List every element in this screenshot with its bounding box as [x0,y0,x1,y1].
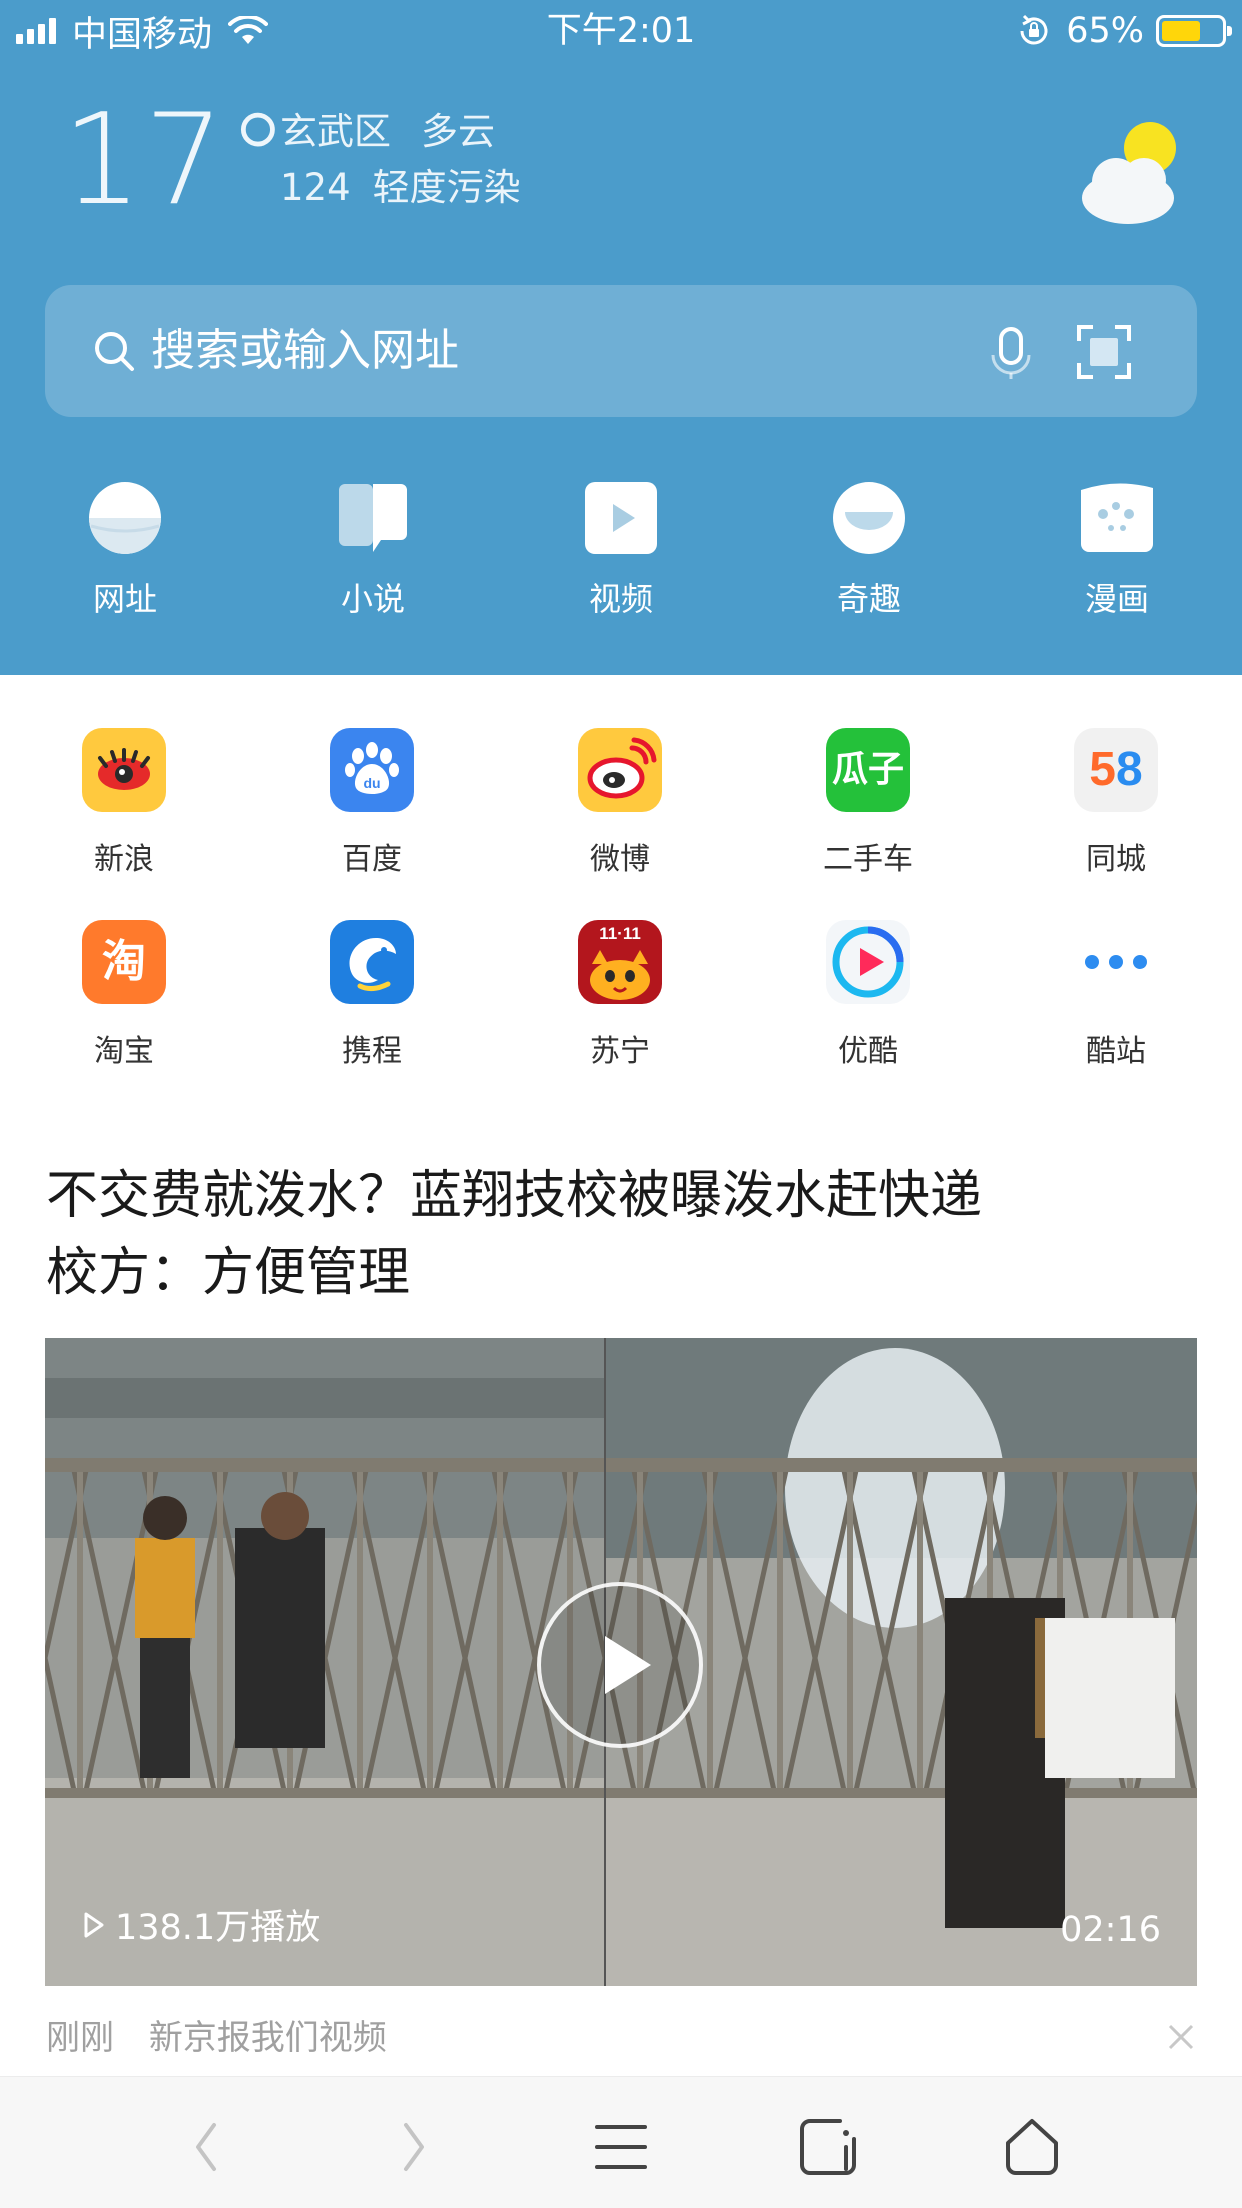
app-guazi[interactable]: 瓜子 二手车 [768,728,968,878]
news-meta: 刚刚 新京报我们视频 [46,2010,411,2059]
quicknav-item-fun[interactable]: 奇趣 [789,480,949,620]
play-button[interactable] [537,1582,703,1748]
quicknav-label: 视频 [588,580,653,618]
news-headline-line2: 校方：方便管理 [46,1243,411,1303]
app-label: 优酷 [838,1034,898,1069]
forward-icon[interactable] [382,2117,446,2177]
app-label: 苏宁 [590,1034,650,1069]
app-shortcuts-grid: 新浪 du 百度 微博 瓜子 二手车 58 同城 淘 淘宝 携程 11·11 苏… [0,720,1242,1080]
news-time: 刚刚 [46,2018,114,2058]
view-count-text: 138.1万播放 [115,1908,321,1948]
58-icon: 58 [1074,728,1158,812]
taobao-logo-text: 淘 [102,936,146,987]
app-label: 微博 [590,842,650,877]
guazi-logo-text: 瓜子 [831,749,904,790]
microphone-icon[interactable] [985,325,1037,381]
air-quality: 轻度污染 [372,166,521,209]
ctrip-icon [330,920,414,1004]
comic-icon [1081,483,1153,552]
rotation-lock-icon [1020,14,1048,45]
app-label: 新浪 [94,842,154,877]
app-label: 酷站 [1086,1034,1146,1069]
app-label: 携程 [342,1034,402,1069]
app-58[interactable]: 58 同城 [1016,728,1216,878]
search-icon [95,332,134,371]
taobao-icon: 淘 [82,920,166,1004]
news-headline[interactable]: 不交费就泼水？蓝翔技校被曝泼水赶快递 校方：方便管理 [46,1158,1196,1312]
back-icon[interactable] [174,2117,238,2177]
app-label: 淘宝 [94,1034,154,1069]
status-right: 65% [1016,10,1232,52]
bottom-toolbar [0,2076,1242,2208]
guazi-icon: 瓜子 [826,728,910,812]
book-icon [339,484,407,552]
home-icon[interactable] [1000,2117,1064,2177]
app-label: 百度 [342,842,402,877]
close-icon[interactable] [1166,2022,1196,2052]
58-logo-text: 58 [1074,728,1158,812]
play-count-icon [84,1912,104,1937]
quicknav-label: 奇趣 [836,580,901,618]
news-headline-line1: 不交费就泼水？蓝翔技校被曝泼水赶快递 [46,1166,983,1226]
app-baidu[interactable]: du 百度 [272,728,472,878]
youku-icon [826,920,910,1004]
video-play-icon [585,482,657,554]
weibo-icon [578,728,662,812]
baidu-icon: du [330,728,414,812]
app-ctrip[interactable]: 携程 [272,920,472,1070]
search-input[interactable]: 搜索或输入网址 [151,285,459,417]
news-video-thumbnail[interactable]: 138.1万播放 02:16 [45,1338,1197,1986]
news-source[interactable]: 新京报我们视频 [149,2018,387,2058]
quicknav-label: 网址 [92,580,157,618]
app-suning[interactable]: 11·11 苏宁 [520,920,720,1070]
bowl-icon [833,482,905,554]
temperature: 17° [62,86,292,233]
quicknav-label: 漫画 [1084,580,1149,618]
app-sina[interactable]: 新浪 [24,728,224,878]
scan-icon[interactable] [1075,323,1133,381]
app-weibo[interactable]: 微博 [520,728,720,878]
tabs-icon[interactable] [796,2117,860,2177]
partly-cloudy-icon [1082,122,1176,224]
battery-percent: 65% [1066,11,1144,51]
app-label: 二手车 [823,842,913,877]
app-youku[interactable]: 优酷 [768,920,968,1070]
quick-nav: 网址 小说 视频 奇趣 漫画 [0,480,1242,630]
video-duration: 02:16 [1060,1910,1161,1950]
weather-district: 玄武区 [280,110,391,153]
sina-icon [82,728,166,812]
app-taobao[interactable]: 淘 淘宝 [24,920,224,1070]
more-dots-icon [1074,920,1158,1004]
header: 中国移动 下午2:01 65% 17° 玄武区 多云 124 轻度污染 搜索或输… [0,0,1242,675]
quicknav-item-video[interactable]: 视频 [541,480,701,620]
svg-text:du: du [363,775,380,791]
battery-fill [1162,21,1200,41]
play-icon [605,1636,651,1694]
battery-icon [1156,15,1232,47]
quicknav-item-urls[interactable]: 网址 [45,480,205,620]
quicknav-label: 小说 [340,580,405,618]
weather-condition: 多云 [421,110,495,153]
app-more-sites[interactable]: 酷站 [1016,920,1216,1070]
view-count: 138.1万播放 [83,1899,320,1950]
weather-info: 玄武区 多云 124 轻度污染 [280,104,620,216]
search-bar[interactable]: 搜索或输入网址 [45,285,1197,417]
menu-icon[interactable] [589,2117,653,2177]
globe-icon [89,482,161,554]
quicknav-item-novels[interactable]: 小说 [293,480,453,620]
suning-icon: 11·11 [578,920,662,1004]
status-bar: 中国移动 下午2:01 65% [0,0,1242,62]
aqi-value: 124 [280,166,351,209]
quicknav-item-comics[interactable]: 漫画 [1037,480,1197,620]
app-label: 同城 [1086,842,1146,877]
